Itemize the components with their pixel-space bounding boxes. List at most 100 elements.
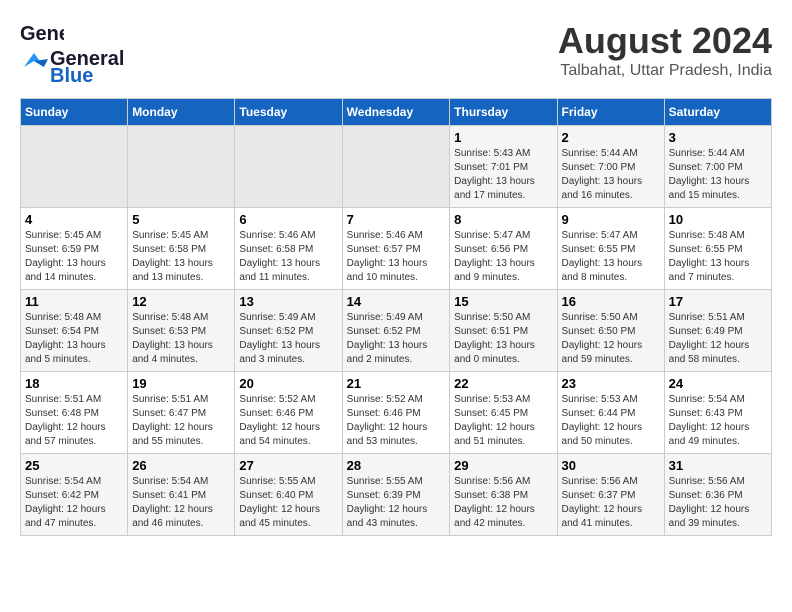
day-info: Sunrise: 5:44 AMSunset: 7:00 PMDaylight:… <box>669 148 750 201</box>
day-number: 9 <box>562 212 660 227</box>
calendar-cell: 18 Sunrise: 5:51 AMSunset: 6:48 PMDaylig… <box>21 372 128 454</box>
calendar-cell: 2 Sunrise: 5:44 AMSunset: 7:00 PMDayligh… <box>557 126 664 208</box>
day-info: Sunrise: 5:54 AMSunset: 6:41 PMDaylight:… <box>132 476 213 529</box>
day-number: 1 <box>454 130 552 145</box>
calendar-cell: 21 Sunrise: 5:52 AMSunset: 6:46 PMDaylig… <box>342 372 450 454</box>
calendar-cell: 4 Sunrise: 5:45 AMSunset: 6:59 PMDayligh… <box>21 208 128 290</box>
day-info: Sunrise: 5:52 AMSunset: 6:46 PMDaylight:… <box>239 394 320 447</box>
day-number: 3 <box>669 130 767 145</box>
day-info: Sunrise: 5:50 AMSunset: 6:51 PMDaylight:… <box>454 312 535 365</box>
page-header: General General Blue August 2024 Talbaha… <box>20 20 772 88</box>
calendar-cell: 8 Sunrise: 5:47 AMSunset: 6:56 PMDayligh… <box>450 208 557 290</box>
day-number: 22 <box>454 376 552 391</box>
calendar-cell: 13 Sunrise: 5:49 AMSunset: 6:52 PMDaylig… <box>235 290 342 372</box>
logo: General General Blue <box>20 20 124 88</box>
calendar-cell: 25 Sunrise: 5:54 AMSunset: 6:42 PMDaylig… <box>21 454 128 536</box>
day-number: 26 <box>132 458 230 473</box>
day-info: Sunrise: 5:51 AMSunset: 6:48 PMDaylight:… <box>25 394 106 447</box>
day-info: Sunrise: 5:45 AMSunset: 6:59 PMDaylight:… <box>25 230 106 283</box>
day-info: Sunrise: 5:46 AMSunset: 6:58 PMDaylight:… <box>239 230 320 283</box>
day-info: Sunrise: 5:48 AMSunset: 6:54 PMDaylight:… <box>25 312 106 365</box>
calendar-cell: 10 Sunrise: 5:48 AMSunset: 6:55 PMDaylig… <box>664 208 771 290</box>
day-info: Sunrise: 5:47 AMSunset: 6:55 PMDaylight:… <box>562 230 643 283</box>
day-info: Sunrise: 5:51 AMSunset: 6:47 PMDaylight:… <box>132 394 213 447</box>
day-info: Sunrise: 5:49 AMSunset: 6:52 PMDaylight:… <box>239 312 320 365</box>
day-info: Sunrise: 5:56 AMSunset: 6:36 PMDaylight:… <box>669 476 750 529</box>
calendar-cell: 22 Sunrise: 5:53 AMSunset: 6:45 PMDaylig… <box>450 372 557 454</box>
calendar-cell: 28 Sunrise: 5:55 AMSunset: 6:39 PMDaylig… <box>342 454 450 536</box>
calendar-cell <box>342 126 450 208</box>
logo-blue-text: Blue <box>50 65 93 88</box>
weekday-header-thursday: Thursday <box>450 99 557 126</box>
calendar-cell <box>128 126 235 208</box>
logo-bird-icon <box>20 49 48 71</box>
day-number: 13 <box>239 294 337 309</box>
day-number: 7 <box>347 212 446 227</box>
day-number: 29 <box>454 458 552 473</box>
calendar-cell <box>235 126 342 208</box>
weekday-header-saturday: Saturday <box>664 99 771 126</box>
day-info: Sunrise: 5:53 AMSunset: 6:44 PMDaylight:… <box>562 394 643 447</box>
calendar-cell: 29 Sunrise: 5:56 AMSunset: 6:38 PMDaylig… <box>450 454 557 536</box>
calendar-cell: 6 Sunrise: 5:46 AMSunset: 6:58 PMDayligh… <box>235 208 342 290</box>
day-number: 18 <box>25 376 123 391</box>
weekday-header-tuesday: Tuesday <box>235 99 342 126</box>
day-number: 28 <box>347 458 446 473</box>
calendar-cell: 15 Sunrise: 5:50 AMSunset: 6:51 PMDaylig… <box>450 290 557 372</box>
title-section: August 2024 Talbahat, Uttar Pradesh, Ind… <box>558 20 772 80</box>
calendar-cell: 20 Sunrise: 5:52 AMSunset: 6:46 PMDaylig… <box>235 372 342 454</box>
calendar-cell: 3 Sunrise: 5:44 AMSunset: 7:00 PMDayligh… <box>664 126 771 208</box>
day-number: 6 <box>239 212 337 227</box>
day-number: 16 <box>562 294 660 309</box>
day-info: Sunrise: 5:44 AMSunset: 7:00 PMDaylight:… <box>562 148 643 201</box>
svg-text:General: General <box>20 23 64 45</box>
day-number: 25 <box>25 458 123 473</box>
day-number: 23 <box>562 376 660 391</box>
day-number: 8 <box>454 212 552 227</box>
day-number: 24 <box>669 376 767 391</box>
calendar-week-row: 11 Sunrise: 5:48 AMSunset: 6:54 PMDaylig… <box>21 290 772 372</box>
calendar-cell: 14 Sunrise: 5:49 AMSunset: 6:52 PMDaylig… <box>342 290 450 372</box>
calendar-cell: 7 Sunrise: 5:46 AMSunset: 6:57 PMDayligh… <box>342 208 450 290</box>
calendar-cell: 30 Sunrise: 5:56 AMSunset: 6:37 PMDaylig… <box>557 454 664 536</box>
weekday-header-wednesday: Wednesday <box>342 99 450 126</box>
day-info: Sunrise: 5:48 AMSunset: 6:55 PMDaylight:… <box>669 230 750 283</box>
calendar-title: August 2024 <box>558 20 772 62</box>
calendar-cell: 12 Sunrise: 5:48 AMSunset: 6:53 PMDaylig… <box>128 290 235 372</box>
calendar-cell: 23 Sunrise: 5:53 AMSunset: 6:44 PMDaylig… <box>557 372 664 454</box>
calendar-cell: 17 Sunrise: 5:51 AMSunset: 6:49 PMDaylig… <box>664 290 771 372</box>
day-info: Sunrise: 5:48 AMSunset: 6:53 PMDaylight:… <box>132 312 213 365</box>
calendar-cell: 26 Sunrise: 5:54 AMSunset: 6:41 PMDaylig… <box>128 454 235 536</box>
calendar-week-row: 18 Sunrise: 5:51 AMSunset: 6:48 PMDaylig… <box>21 372 772 454</box>
day-info: Sunrise: 5:50 AMSunset: 6:50 PMDaylight:… <box>562 312 643 365</box>
weekday-header-friday: Friday <box>557 99 664 126</box>
calendar-cell: 9 Sunrise: 5:47 AMSunset: 6:55 PMDayligh… <box>557 208 664 290</box>
day-number: 11 <box>25 294 123 309</box>
calendar-cell: 31 Sunrise: 5:56 AMSunset: 6:36 PMDaylig… <box>664 454 771 536</box>
day-info: Sunrise: 5:52 AMSunset: 6:46 PMDaylight:… <box>347 394 428 447</box>
day-number: 17 <box>669 294 767 309</box>
day-number: 5 <box>132 212 230 227</box>
day-number: 14 <box>347 294 446 309</box>
day-number: 12 <box>132 294 230 309</box>
day-info: Sunrise: 5:55 AMSunset: 6:39 PMDaylight:… <box>347 476 428 529</box>
day-info: Sunrise: 5:56 AMSunset: 6:38 PMDaylight:… <box>454 476 535 529</box>
day-info: Sunrise: 5:47 AMSunset: 6:56 PMDaylight:… <box>454 230 535 283</box>
day-number: 27 <box>239 458 337 473</box>
calendar-table: SundayMondayTuesdayWednesdayThursdayFrid… <box>20 98 772 536</box>
day-number: 30 <box>562 458 660 473</box>
calendar-week-row: 1 Sunrise: 5:43 AMSunset: 7:01 PMDayligh… <box>21 126 772 208</box>
calendar-cell: 19 Sunrise: 5:51 AMSunset: 6:47 PMDaylig… <box>128 372 235 454</box>
calendar-cell: 27 Sunrise: 5:55 AMSunset: 6:40 PMDaylig… <box>235 454 342 536</box>
calendar-cell <box>21 126 128 208</box>
day-info: Sunrise: 5:45 AMSunset: 6:58 PMDaylight:… <box>132 230 213 283</box>
day-number: 2 <box>562 130 660 145</box>
day-number: 10 <box>669 212 767 227</box>
day-info: Sunrise: 5:49 AMSunset: 6:52 PMDaylight:… <box>347 312 428 365</box>
day-number: 31 <box>669 458 767 473</box>
weekday-header-row: SundayMondayTuesdayWednesdayThursdayFrid… <box>21 99 772 126</box>
day-info: Sunrise: 5:56 AMSunset: 6:37 PMDaylight:… <box>562 476 643 529</box>
day-info: Sunrise: 5:46 AMSunset: 6:57 PMDaylight:… <box>347 230 428 283</box>
weekday-header-sunday: Sunday <box>21 99 128 126</box>
weekday-header-monday: Monday <box>128 99 235 126</box>
